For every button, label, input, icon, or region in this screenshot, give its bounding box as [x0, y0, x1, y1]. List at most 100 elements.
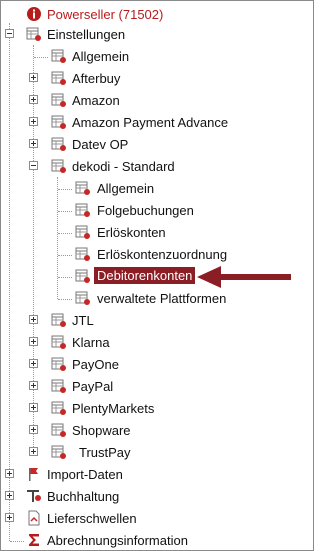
tree-item-label: Allgemein — [72, 49, 130, 64]
expand-toggle[interactable] — [29, 337, 38, 346]
tree-item-label: Lieferschwellen — [47, 511, 137, 526]
settings-table-icon — [51, 445, 66, 459]
tree-item-label: Abrechnungsinformation — [47, 533, 188, 548]
tree-item-verwaltete-plattformen[interactable]: verwaltete Plattformen — [1, 288, 313, 310]
tree-line — [58, 255, 72, 256]
settings-table-icon — [51, 137, 66, 151]
settings-tree: Powerseller (71502) Einstellungen Allgem… — [1, 1, 313, 550]
tree-item-dekodi-allgemein[interactable]: Allgemein — [1, 178, 313, 200]
expand-toggle[interactable] — [29, 381, 38, 390]
settings-table-icon — [51, 313, 66, 327]
tree-line — [34, 57, 48, 58]
tree-item-dekodi-standard[interactable]: dekodi - Standard — [1, 156, 313, 178]
settings-table-icon — [51, 379, 66, 393]
collapse-toggle[interactable] — [29, 161, 38, 170]
info-icon — [27, 7, 41, 21]
tree-item-label: PlentyMarkets — [72, 401, 155, 416]
tree-item-label: Folgebuchungen — [97, 203, 194, 218]
tree-item-erloeskontenzuordnung[interactable]: Erlöskontenzuordnung — [1, 244, 313, 266]
settings-table-icon — [75, 181, 90, 195]
expand-toggle[interactable] — [29, 359, 38, 368]
expand-toggle[interactable] — [29, 95, 38, 104]
expand-toggle[interactable] — [29, 447, 38, 456]
settings-table-icon — [51, 71, 66, 85]
tree-item-label: Einstellungen — [47, 27, 126, 42]
tree-item-label: Amazon — [72, 93, 120, 108]
settings-table-icon — [75, 203, 90, 217]
tree-item-buchhaltung[interactable]: Buchhaltung — [1, 486, 313, 508]
settings-table-icon — [51, 423, 66, 437]
settings-table-icon — [75, 291, 90, 305]
sigma-icon — [29, 534, 39, 546]
tree-item-import-daten[interactable]: Import-Daten — [1, 464, 313, 486]
tree-item-powerseller[interactable]: Powerseller (71502) — [1, 4, 313, 26]
tree-item-label: JTL — [72, 313, 94, 328]
tree-panel: Powerseller (71502) Einstellungen Allgem… — [0, 0, 314, 551]
tree-item-label: Erlöskonten — [97, 225, 166, 240]
tree-item-folgebuchungen[interactable]: Folgebuchungen — [1, 200, 313, 222]
tree-line — [10, 541, 24, 542]
tree-item-label: dekodi - Standard — [72, 159, 175, 174]
expand-toggle[interactable] — [5, 469, 14, 478]
tree-item-abrechnungsinformation[interactable]: Abrechnungsinformation — [1, 530, 313, 550]
tree-item-amazon-payment-advance[interactable]: Amazon Payment Advance — [1, 112, 313, 134]
collapse-toggle[interactable] — [5, 29, 14, 38]
tree-item-label: Amazon Payment Advance — [72, 115, 229, 130]
tree-item-plentymarkets[interactable]: PlentyMarkets — [1, 398, 313, 420]
tree-item-erloeskonten[interactable]: Erlöskonten — [1, 222, 313, 244]
tree-item-label: PayOne — [72, 357, 119, 372]
settings-table-icon — [75, 225, 90, 239]
tree-item-jtl[interactable]: JTL — [1, 310, 313, 332]
tree-item-allgemein[interactable]: Allgemein — [1, 46, 313, 68]
settings-table-icon — [26, 27, 41, 41]
settings-table-icon — [51, 357, 66, 371]
tree-item-payone[interactable]: PayOne — [1, 354, 313, 376]
tree-item-datev-op[interactable]: Datev OP — [1, 134, 313, 156]
expand-toggle[interactable] — [5, 491, 14, 500]
tree-line — [58, 233, 72, 234]
tree-item-shopware[interactable]: Shopware — [1, 420, 313, 442]
expand-toggle[interactable] — [29, 139, 38, 148]
settings-table-icon — [51, 115, 66, 129]
tree-item-klarna[interactable]: Klarna — [1, 332, 313, 354]
expand-toggle[interactable] — [29, 117, 38, 126]
expand-toggle[interactable] — [29, 403, 38, 412]
tree-line — [58, 277, 72, 278]
document-icon — [28, 510, 40, 526]
expand-toggle[interactable] — [29, 73, 38, 82]
tree-item-label: PayPal — [72, 379, 114, 394]
tree-item-trustpay[interactable]: TrustPay — [1, 442, 313, 464]
tree-item-label-selected: Debitorenkonten — [94, 267, 196, 284]
tree-item-label: Allgemein — [97, 181, 155, 196]
settings-table-icon — [51, 335, 66, 349]
tree-item-label: Klarna — [72, 335, 110, 350]
settings-table-icon — [51, 49, 66, 63]
tree-item-label: Datev OP — [72, 137, 129, 152]
settings-table-icon — [51, 159, 66, 173]
tree-item-einstellungen[interactable]: Einstellungen — [1, 24, 313, 46]
settings-table-icon — [75, 269, 90, 283]
tree-item-amazon[interactable]: Amazon — [1, 90, 313, 112]
expand-toggle[interactable] — [29, 315, 38, 324]
tree-item-label: Import-Daten — [47, 467, 123, 482]
accounting-icon — [27, 490, 41, 502]
annotation-arrow-icon — [197, 266, 291, 288]
tree-item-lieferschwellen[interactable]: Lieferschwellen — [1, 508, 313, 530]
tree-item-afterbuy[interactable]: Afterbuy — [1, 68, 313, 90]
tree-item-label: verwaltete Plattformen — [97, 291, 227, 306]
import-flag-icon — [29, 468, 38, 481]
expand-toggle[interactable] — [5, 513, 14, 522]
tree-item-label: Buchhaltung — [47, 489, 120, 504]
tree-line — [58, 189, 72, 190]
expand-toggle[interactable] — [29, 425, 38, 434]
settings-table-icon — [51, 93, 66, 107]
tree-item-label: Powerseller (71502) — [47, 7, 164, 22]
settings-table-icon — [75, 247, 90, 261]
settings-table-icon — [51, 401, 66, 415]
tree-item-label: Afterbuy — [72, 71, 121, 86]
tree-line — [58, 211, 72, 212]
tree-item-label: TrustPay — [79, 445, 131, 460]
tree-item-label: Erlöskontenzuordnung — [97, 247, 228, 262]
tree-line — [58, 299, 72, 300]
tree-item-paypal[interactable]: PayPal — [1, 376, 313, 398]
